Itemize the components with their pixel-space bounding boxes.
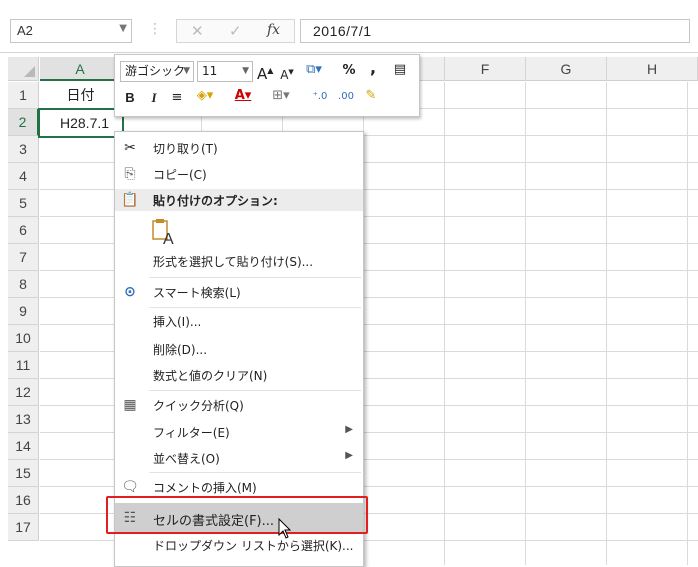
formula-bar-area: A2 ▼ ⋮ ✕ ✓ fx 2016/7/1 [0,0,698,53]
row-header-9[interactable]: 9 [8,298,39,325]
name-box[interactable]: A2 ▼ [10,19,132,43]
fill-color-icon[interactable]: ◈▾ [193,86,217,106]
row-header-13[interactable]: 13 [8,406,39,433]
increase-font-size-icon[interactable]: A▲ [257,61,273,84]
formula-buttons: ✕ ✓ fx [176,19,295,43]
name-box-dropdown-icon[interactable]: ▼ [119,23,127,34]
cell-styles-icon[interactable]: ⧉▾ [301,60,327,80]
menu-item-dropdown-list[interactable]: ドロップダウン リストから選択(K)... [115,534,363,558]
menu-separator [149,390,361,391]
row-header-8[interactable]: 8 [8,271,39,298]
menu-item-label: フィルター(E) [153,426,230,440]
font-size-value: 11 [202,64,218,78]
formula-input[interactable]: 2016/7/1 [300,19,690,43]
row-header-2[interactable]: 2 [8,109,39,136]
menu-item-label: コメントの挿入(M) [153,481,257,495]
formula-value: 2016/7/1 [313,23,372,39]
row-header-16[interactable]: 16 [8,487,39,514]
font-color-icon[interactable]: A▾ [231,86,255,106]
menu-item-quick-analysis[interactable]: ▦ クイック分析(Q) [115,392,363,418]
format-painter-icon[interactable]: ✎ [361,86,381,106]
cell-a1[interactable]: 日付 [40,82,121,109]
borders-icon[interactable]: ⊞▾ [269,86,293,106]
enter-icon[interactable]: ✓ [229,22,242,40]
menu-item-cut[interactable]: ✂ 切り取り(T) [115,135,363,161]
submenu-arrow-icon: ▶ [345,450,353,461]
mouse-pointer-icon [278,517,292,544]
menu-item-label: スマート検索(L) [153,286,241,300]
menu-item-insert[interactable]: 挿入(I)... [115,308,363,334]
menu-item-label: クイック分析(Q) [153,399,244,413]
menu-item-clear-contents[interactable]: 数式と値のクリア(N) [115,362,363,388]
highlight-annotation-box [106,496,368,534]
row-header-6[interactable]: 6 [8,217,39,244]
paste-options-header: 📋 貼り付けのオプション: [115,189,363,211]
comment-icon: 🗨 [121,479,139,495]
menu-item-label: 切り取り(T) [153,142,218,156]
row-header-15[interactable]: 15 [8,460,39,487]
search-info-icon: ⊙ [124,284,136,300]
menu-item-label: 挿入(I)... [153,315,202,329]
font-size-dropdown[interactable]: 11 ▼ [197,61,253,82]
font-name-dropdown[interactable]: 游ゴシック ▼ [120,61,194,82]
scissors-icon: ✂ [124,140,136,156]
menu-item-label: コピー(C) [153,168,207,182]
menu-item-label: 数式と値のクリア(N) [153,369,268,383]
formula-bar-grip-icon: ⋮ [148,21,162,37]
name-box-value: A2 [17,23,33,38]
menu-separator [149,277,361,278]
clipboard-icon: 📋 [121,192,139,208]
column-header-h[interactable]: H [607,57,698,81]
paste-values-svg: A [152,219,174,248]
row-header-14[interactable]: 14 [8,433,39,460]
row-header-3[interactable]: 3 [8,136,39,163]
decrease-decimal-icon[interactable]: .00 [335,87,357,107]
cell-a2-active[interactable]: H28.7.1 [38,108,124,138]
menu-item-sort[interactable]: 並べ替え(O) ▶ [115,445,363,471]
comma-style-button[interactable]: , [367,58,379,78]
row-header-10[interactable]: 10 [8,325,39,352]
menu-separator [149,472,361,473]
menu-item-delete[interactable]: 削除(D)... [115,336,363,362]
chevron-down-icon: ▼ [183,66,190,76]
cancel-icon[interactable]: ✕ [191,22,204,40]
quick-analysis-icon: ▦ [123,397,137,413]
row-header-12[interactable]: 12 [8,379,39,406]
copy-icon: ⎘ [124,166,136,182]
decrease-font-size-icon[interactable]: A▼ [279,62,295,85]
row-header-7[interactable]: 7 [8,244,39,271]
row-header-5[interactable]: 5 [8,190,39,217]
column-header-g[interactable]: G [526,57,607,81]
menu-item-copy[interactable]: ⎘ コピー(C) [115,161,363,187]
menu-item-filter[interactable]: フィルター(E) ▶ [115,419,363,445]
format-table-icon[interactable]: ▤ [391,60,409,80]
chevron-down-icon: ▼ [242,66,249,76]
percent-style-button[interactable]: % [341,61,357,81]
menu-item-label: 形式を選択して貼り付け(S)... [153,255,314,269]
column-header-f[interactable]: F [445,57,526,81]
menu-item-paste-special[interactable]: 形式を選択して貼り付け(S)... [115,248,363,274]
menu-item-label: 並べ替え(O) [153,452,220,466]
increase-decimal-icon[interactable]: ⁺.0 [309,87,331,107]
paste-options-label: 貼り付けのオプション: [153,194,278,208]
column-header-a[interactable]: A [40,57,121,81]
font-name-value: 游ゴシック [125,64,186,78]
menu-item-label: ドロップダウン リストから選択(K)... [153,539,354,553]
row-header-11[interactable]: 11 [8,352,39,379]
italic-button[interactable]: I [147,88,161,108]
bold-button[interactable]: B [123,88,137,108]
menu-item-label: 削除(D)... [153,343,208,357]
menu-item-smart-lookup[interactable]: ⊙ スマート検索(L) [115,279,363,305]
row-header-4[interactable]: 4 [8,163,39,190]
svg-text:A: A [163,231,174,246]
submenu-arrow-icon: ▶ [345,424,353,435]
paste-values-icon[interactable]: A [151,218,177,248]
mini-toolbar: 游ゴシック ▼ 11 ▼ A▲ A▼ ⧉▾ % , ▤ B I ≡ ◈▾ A▾ … [114,54,420,117]
row-header-17[interactable]: 17 [8,514,39,541]
align-center-icon[interactable]: ≡ [169,88,185,108]
insert-function-icon[interactable]: fx [267,22,280,38]
select-all-corner[interactable] [8,57,39,81]
row-header-1[interactable]: 1 [8,82,39,109]
